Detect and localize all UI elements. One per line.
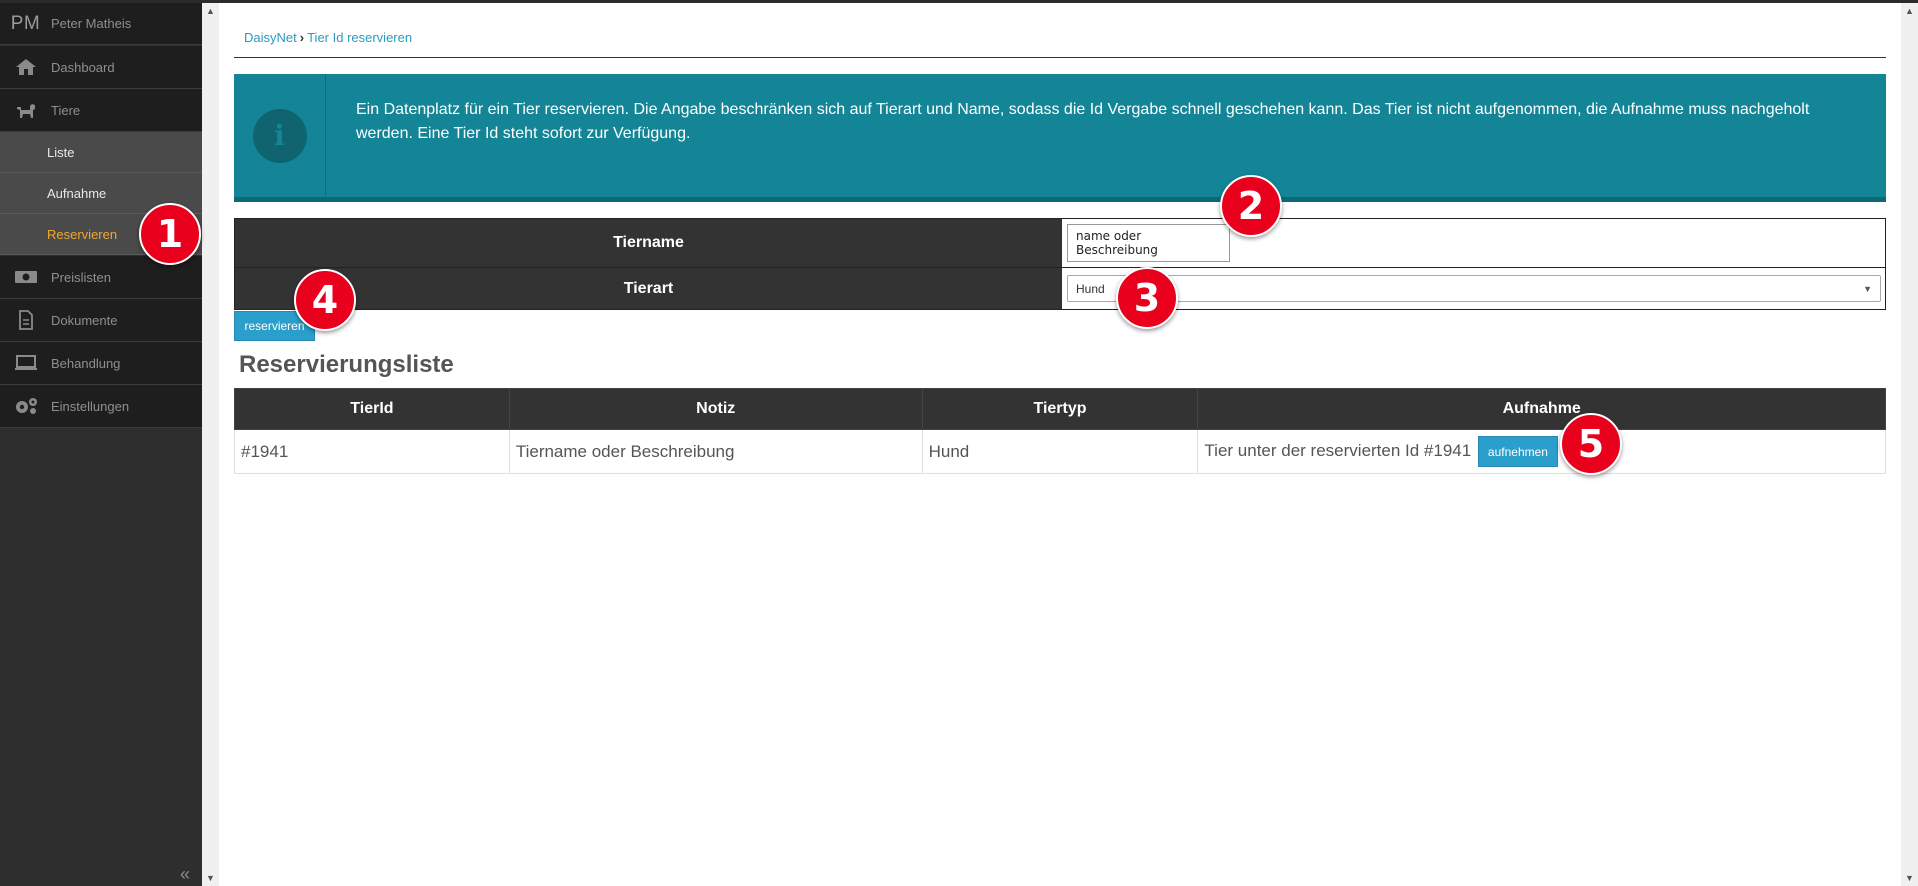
- tierart-select[interactable]: Hund ▼: [1067, 275, 1881, 302]
- page-scrollbar[interactable]: ▲ ▼: [1901, 3, 1918, 886]
- sidebar-scrollbar[interactable]: ▲ ▼: [202, 3, 219, 886]
- breadcrumb-separator-icon: ›: [299, 30, 305, 45]
- tierart-selected-value: Hund: [1076, 281, 1105, 296]
- sidebar-item-tiere[interactable]: Tiere: [0, 89, 202, 132]
- form-row-tiername: Tiername name oder Beschreibung: [234, 218, 1886, 268]
- cell-notiz: Tiername oder Beschreibung: [508, 429, 923, 474]
- aufnehmen-button[interactable]: aufnehmen: [1477, 436, 1558, 467]
- breadcrumb: DaisyNet › Tier Id reservieren: [244, 30, 412, 45]
- column-header-notiz[interactable]: Notiz: [508, 388, 923, 430]
- scroll-down-icon[interactable]: ▼: [1905, 873, 1914, 883]
- sidebar-item-label: Preislisten: [51, 269, 111, 285]
- column-header-aufnahme[interactable]: Aufnahme: [1197, 388, 1886, 430]
- annotation-badge-4: 4: [294, 269, 356, 331]
- dropdown-arrow-icon: ▼: [1863, 283, 1872, 294]
- tiername-label: Tiername: [235, 219, 1062, 267]
- tiername-input[interactable]: name oder Beschreibung: [1067, 224, 1230, 262]
- sidebar-subitem-liste[interactable]: Liste: [0, 132, 202, 173]
- breadcrumb-divider: [234, 57, 1886, 58]
- annotation-badge-5: 5: [1560, 413, 1622, 475]
- column-header-tierid[interactable]: TierId: [234, 388, 510, 430]
- sidebar-item-label: Dokumente: [51, 312, 118, 328]
- tierart-cell: Hund ▼: [1062, 268, 1885, 309]
- top-border: [0, 0, 1918, 3]
- reservation-table: TierId Notiz Tiertyp Aufnahme #1941 Tier…: [234, 388, 1886, 474]
- breadcrumb-root[interactable]: DaisyNet: [244, 30, 297, 45]
- section-title: Reservierungsliste: [239, 351, 454, 378]
- sidebar-item-dashboard[interactable]: Dashboard: [0, 46, 202, 89]
- info-text: Ein Datenplatz für ein Tier reservieren.…: [356, 101, 1810, 142]
- collapse-sidebar-icon[interactable]: «: [180, 864, 190, 885]
- scroll-up-icon[interactable]: ▲: [206, 6, 215, 16]
- sidebar-item-label: Behandlung: [51, 355, 121, 371]
- laptop-icon: [0, 354, 51, 372]
- table-header-row: TierId Notiz Tiertyp Aufnahme: [234, 388, 1886, 430]
- cell-tierid: #1941: [234, 429, 510, 474]
- document-icon: [0, 310, 51, 330]
- cell-tiertyp: Hund: [921, 429, 1199, 474]
- info-callout: i Ein Datenplatz für ein Tier reserviere…: [234, 74, 1886, 202]
- table-row: #1941 Tiername oder Beschreibung Hund Ti…: [234, 429, 1886, 474]
- annotation-badge-1: 1: [139, 203, 201, 265]
- info-icon-column: i: [234, 74, 326, 197]
- sidebar-item-dokumente[interactable]: Dokumente: [0, 299, 202, 342]
- gears-icon: [0, 396, 51, 416]
- info-icon: i: [252, 108, 307, 163]
- user-name: Peter Matheis: [51, 16, 132, 31]
- home-icon: [0, 58, 51, 76]
- user-profile[interactable]: PM Peter Matheis: [0, 3, 202, 45]
- money-icon: [0, 269, 51, 285]
- scroll-down-icon[interactable]: ▼: [206, 873, 215, 883]
- sidebar-item-label: Tiere: [51, 102, 81, 118]
- dog-icon: [0, 101, 51, 119]
- tierart-label: Tierart: [235, 268, 1062, 309]
- breadcrumb-current[interactable]: Tier Id reservieren: [307, 30, 412, 45]
- sidebar-item-einstellungen[interactable]: Einstellungen: [0, 385, 202, 428]
- column-header-tiertyp[interactable]: Tiertyp: [921, 388, 1199, 430]
- sidebar-item-label: Einstellungen: [51, 398, 130, 414]
- sidebar-item-behandlung[interactable]: Behandlung: [0, 342, 202, 385]
- scroll-up-icon[interactable]: ▲: [1905, 6, 1914, 16]
- cell-aufnahme: Tier unter der reservierten Id #1941 auf…: [1197, 429, 1886, 474]
- user-initials: PM: [10, 12, 41, 34]
- sidebar-item-label: Dashboard: [51, 59, 115, 75]
- annotation-badge-3: 3: [1116, 267, 1178, 329]
- annotation-badge-2: 2: [1220, 175, 1282, 237]
- aufnahme-text: Tier unter der reservierten Id #1941: [1204, 440, 1472, 460]
- sidebar: PM Peter Matheis Dashboard Tiere Liste A…: [0, 3, 202, 886]
- form-row-tierart: Tierart Hund ▼: [234, 268, 1886, 310]
- tiername-cell: name oder Beschreibung: [1062, 219, 1885, 267]
